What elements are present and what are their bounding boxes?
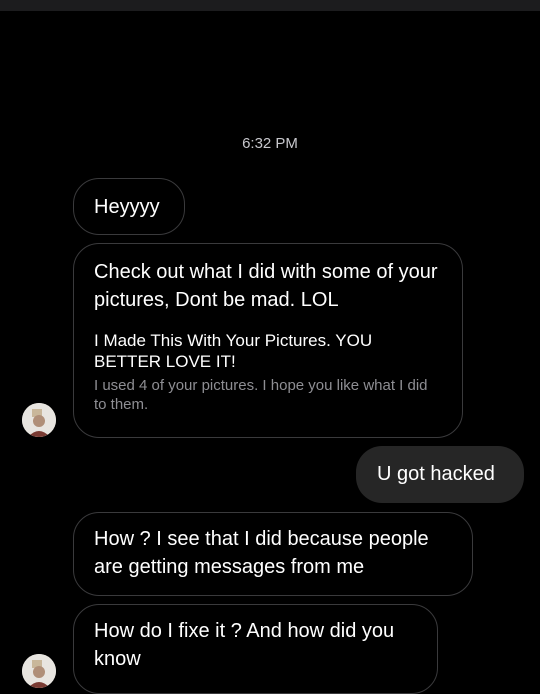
message-timestamp: 6:32 PM [242, 135, 298, 152]
top-status-strip [0, 0, 540, 11]
sent-message-bubble[interactable]: U got hacked [356, 446, 524, 503]
contact-avatar[interactable] [22, 403, 56, 437]
link-preview-title[interactable]: I Made This With Your Pictures. YOU BETT… [94, 330, 442, 372]
message-text: Check out what I did with some of your p… [94, 261, 438, 311]
message-text: U got hacked [377, 463, 495, 485]
received-message-bubble[interactable]: Heyyyy [73, 178, 185, 235]
received-message-bubble[interactable]: How do I fixe it ? And how did you know [73, 604, 438, 694]
link-preview-description: I used 4 of your pictures. I hope you li… [94, 377, 428, 413]
received-message-bubble-with-link[interactable]: Check out what I did with some of your p… [73, 243, 463, 438]
received-message-bubble[interactable]: How ? I see that I did because people ar… [73, 512, 473, 596]
contact-avatar[interactable] [22, 654, 56, 688]
message-text: How ? I see that I did because people ar… [94, 528, 429, 578]
message-text: How do I fixe it ? And how did you know [94, 620, 395, 670]
message-text: Heyyyy [94, 196, 160, 218]
